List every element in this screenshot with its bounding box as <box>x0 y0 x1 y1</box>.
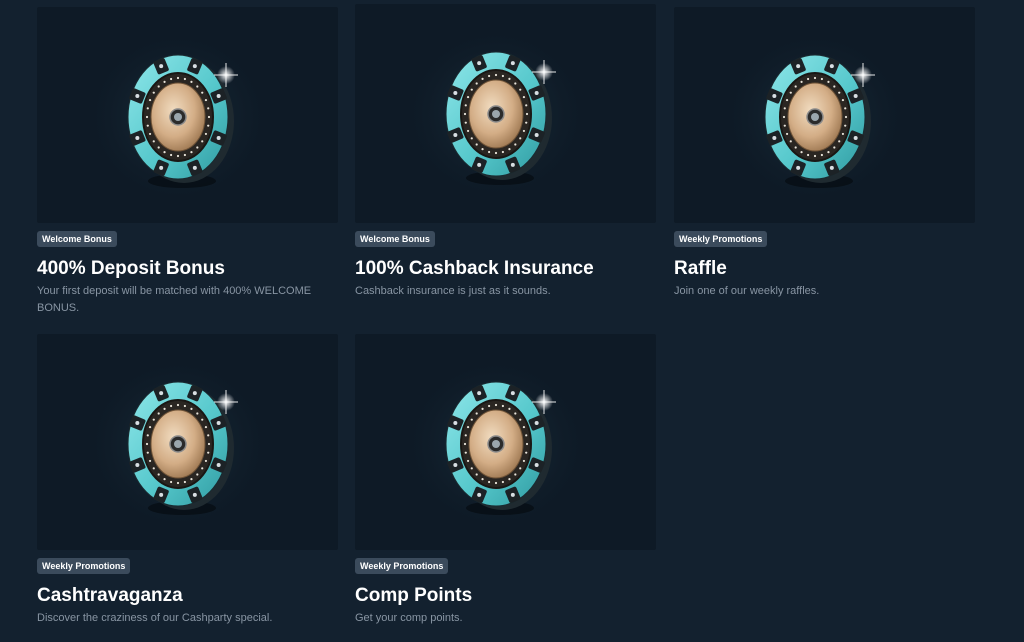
category-badge: Welcome Bonus <box>37 231 117 247</box>
promo-title[interactable]: Comp Points <box>355 585 656 607</box>
category-badge: Weekly Promotions <box>37 558 131 574</box>
promo-description: Cashback insurance is just as it sounds. <box>355 285 551 297</box>
promo-description: Your first deposit will be matched with … <box>37 285 312 314</box>
casino-chip-icon <box>401 354 591 534</box>
casino-chip-icon <box>720 27 910 207</box>
casino-chip-icon <box>83 27 273 207</box>
casino-chip-icon <box>401 24 591 204</box>
promo-image[interactable] <box>355 4 656 223</box>
promo-title[interactable]: 400% Deposit Bonus <box>37 258 338 280</box>
promo-title[interactable]: Raffle <box>674 258 975 280</box>
promo-card[interactable]: Welcome Bonus 100% Cashback Insurance Ca… <box>355 4 656 300</box>
promo-card[interactable]: Welcome Bonus 400% Deposit Bonus Your fi… <box>37 7 338 317</box>
promo-image[interactable] <box>674 7 975 223</box>
promo-image[interactable] <box>355 334 656 550</box>
category-badge: Welcome Bonus <box>355 231 435 247</box>
promo-title[interactable]: 100% Cashback Insurance <box>355 258 656 280</box>
category-badge: Weekly Promotions <box>355 558 449 574</box>
casino-chip-icon <box>83 354 273 534</box>
category-badge: Weekly Promotions <box>674 231 768 247</box>
promo-description: Join one of our weekly raffles. <box>674 285 820 297</box>
promo-image[interactable] <box>37 7 338 223</box>
promo-description: Get your comp points. <box>355 612 463 624</box>
promo-description: Discover the craziness of our Cashparty … <box>37 612 273 624</box>
promo-image[interactable] <box>37 334 338 550</box>
promo-card[interactable]: Weekly Promotions Raffle Join one of our… <box>674 7 975 300</box>
promo-title[interactable]: Cashtravaganza <box>37 585 338 607</box>
promo-card[interactable]: Weekly Promotions Comp Points Get your c… <box>355 334 656 627</box>
promo-card[interactable]: Weekly Promotions Cashtravaganza Discove… <box>37 334 338 627</box>
